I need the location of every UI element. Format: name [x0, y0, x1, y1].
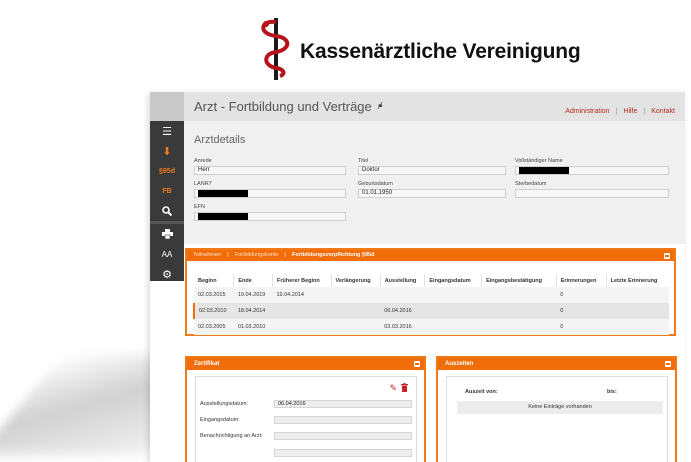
fortbildung-panel-header: Teilnahmen | Fortbildungskonto | Fortbil… — [187, 250, 674, 261]
search-icon[interactable] — [150, 201, 184, 221]
auszeiten-panel-header: Auszeiten — [438, 358, 675, 370]
column-header[interactable]: Verlängerung — [331, 274, 381, 287]
anrede-input[interactable]: Herr — [194, 166, 346, 175]
column-header[interactable]: Früherer Beginn — [272, 274, 332, 287]
eingangsdatum-label: Eingangsdatum: — [200, 417, 240, 423]
table-header-row: Beginn Ende Früherer Beginn Verlängerung… — [194, 274, 669, 287]
font-size-icon[interactable]: AA — [150, 244, 184, 264]
titel-field: Titel Doktor — [358, 158, 506, 175]
zertifikat-body: ✎ Ausstellungsdatum: 06.04.2016 Eingangs… — [195, 376, 417, 462]
efn-field: EFN — [194, 204, 346, 221]
nav-separator: | — [615, 108, 618, 115]
geburtsdatum-input[interactable]: 01.01.1950 — [358, 189, 506, 198]
zertifikat-panel-header: Zertifikat — [187, 358, 424, 370]
top-bar-corner — [150, 92, 184, 121]
page-title: Arzt - Fortbildung und Verträge — [194, 99, 372, 114]
zertifikat-panel: Zertifikat ✎ Ausstellungsdatum: 06.04.20… — [185, 356, 426, 462]
column-header[interactable]: Beginn — [194, 274, 235, 287]
column-header[interactable]: Erinnerungen — [556, 274, 607, 287]
trash-icon[interactable] — [401, 383, 408, 394]
network-icon: •⁄• — [378, 101, 382, 112]
column-header[interactable]: Ausstellung — [380, 274, 426, 287]
tab-bar: Teilnahmen | Fortbildungskonto | Fortbil… — [193, 250, 674, 261]
anrede-field: Anrede Herr — [194, 158, 346, 175]
auszeiten-panel: Auszeiten Auszeit von: bis: Keine Einträ… — [436, 356, 677, 462]
lanr-input-redacted[interactable] — [194, 189, 346, 198]
download-icon[interactable]: ⬇ — [150, 141, 184, 161]
nav-link-administration[interactable]: Administration — [565, 108, 609, 115]
table-row[interactable]: 02.03.2015 19.04.2019 19.04.2014 0 — [194, 287, 669, 303]
logo-text: Kassenärztliche Vereinigung — [300, 40, 581, 63]
benachrichtigung-input[interactable] — [274, 432, 412, 440]
kv-logo: Kassenärztliche Vereinigung — [254, 12, 594, 84]
column-header[interactable]: Ende — [233, 274, 273, 287]
panel-title: Auszeiten — [445, 361, 474, 367]
tab-teilnahmen[interactable]: Teilnahmen — [193, 250, 221, 261]
table-row-selected[interactable]: 02.03.2010 18.04.2014 06.04.2016 0 — [193, 303, 669, 319]
asclepius-icon — [261, 18, 290, 80]
sidebar: ☰ ⬇ §95d FB AA ⚙ — [150, 121, 184, 281]
efn-input-redacted[interactable] — [194, 212, 346, 221]
sterbedatum-field: Sterbedatum — [515, 181, 669, 198]
app-window: Arzt - Fortbildung und Verträge •⁄• Admi… — [150, 92, 685, 462]
auszeit-bis-label: bis: — [607, 389, 617, 395]
additional-input[interactable] — [274, 449, 412, 457]
edit-icon[interactable]: ✎ — [389, 383, 397, 394]
auszeiten-body: Auszeit von: bis: Keine Einträge vorhand… — [446, 376, 668, 462]
column-header[interactable]: Eingangsdatum — [424, 274, 483, 287]
geburtsdatum-field: Geburtsdatum 01.01.1950 — [358, 181, 506, 198]
sidebar-item-95d[interactable]: §95d — [150, 161, 184, 181]
name-input-redacted[interactable] — [515, 166, 669, 175]
nav-separator: | — [643, 108, 646, 115]
arztdetails-section: Arztdetails Anrede Herr Titel Doktor Vol… — [184, 121, 685, 244]
table-row[interactable]: 02.03.2005 01.03.2010 03.03.2016 0 — [194, 319, 669, 335]
lanr-field: LANR7 — [194, 181, 346, 198]
panel-title: Zertifikat — [194, 361, 220, 367]
eingangsdatum-input[interactable] — [274, 416, 412, 424]
section-title: Arztdetails — [194, 134, 246, 146]
gear-icon[interactable]: ⚙ — [150, 264, 184, 284]
ausstellungsdatum-input[interactable]: 06.04.2016 — [274, 400, 412, 408]
menu-icon[interactable]: ☰ — [150, 121, 184, 141]
benachrichtigung-label: Benachrichtigung an Arzt: — [200, 433, 263, 439]
minimize-icon[interactable] — [664, 253, 670, 259]
auszeit-von-label: Auszeit von: — [465, 389, 498, 395]
column-header[interactable]: Eingangsbestätigung — [481, 274, 557, 287]
zertifikat-actions: ✎ — [389, 383, 408, 394]
nav-link-kontakt[interactable]: Kontakt — [651, 108, 675, 115]
print-icon[interactable] — [150, 224, 184, 244]
name-field: Vollständiger Name — [515, 158, 669, 175]
tab-fortbildungskonto[interactable]: Fortbildungskonto — [235, 250, 279, 261]
ausstellungsdatum-label: Ausstellungsdatum: — [200, 401, 248, 407]
top-bar: Arzt - Fortbildung und Verträge •⁄• Admi… — [150, 92, 685, 121]
minimize-icon[interactable] — [665, 361, 671, 367]
tab-fortbildungsverpflichtung[interactable]: Fortbildungsverpflichtung §95d — [292, 250, 375, 261]
top-nav: Administration | Hilfe | Kontakt — [565, 108, 675, 115]
nav-link-hilfe[interactable]: Hilfe — [623, 108, 637, 115]
fortbildung-table: Beginn Ende Früherer Beginn Verlängerung… — [193, 274, 670, 335]
sterbedatum-input[interactable] — [515, 189, 669, 198]
titel-input[interactable]: Doktor — [358, 166, 506, 175]
empty-message: Keine Einträge vorhanden — [457, 401, 663, 414]
sidebar-item-fb[interactable]: FB — [150, 181, 184, 201]
column-header[interactable]: Letzte Erinnerung — [606, 274, 669, 287]
fortbildung-panel: Teilnahmen | Fortbildungskonto | Fortbil… — [185, 248, 676, 336]
minimize-icon[interactable] — [414, 361, 420, 367]
